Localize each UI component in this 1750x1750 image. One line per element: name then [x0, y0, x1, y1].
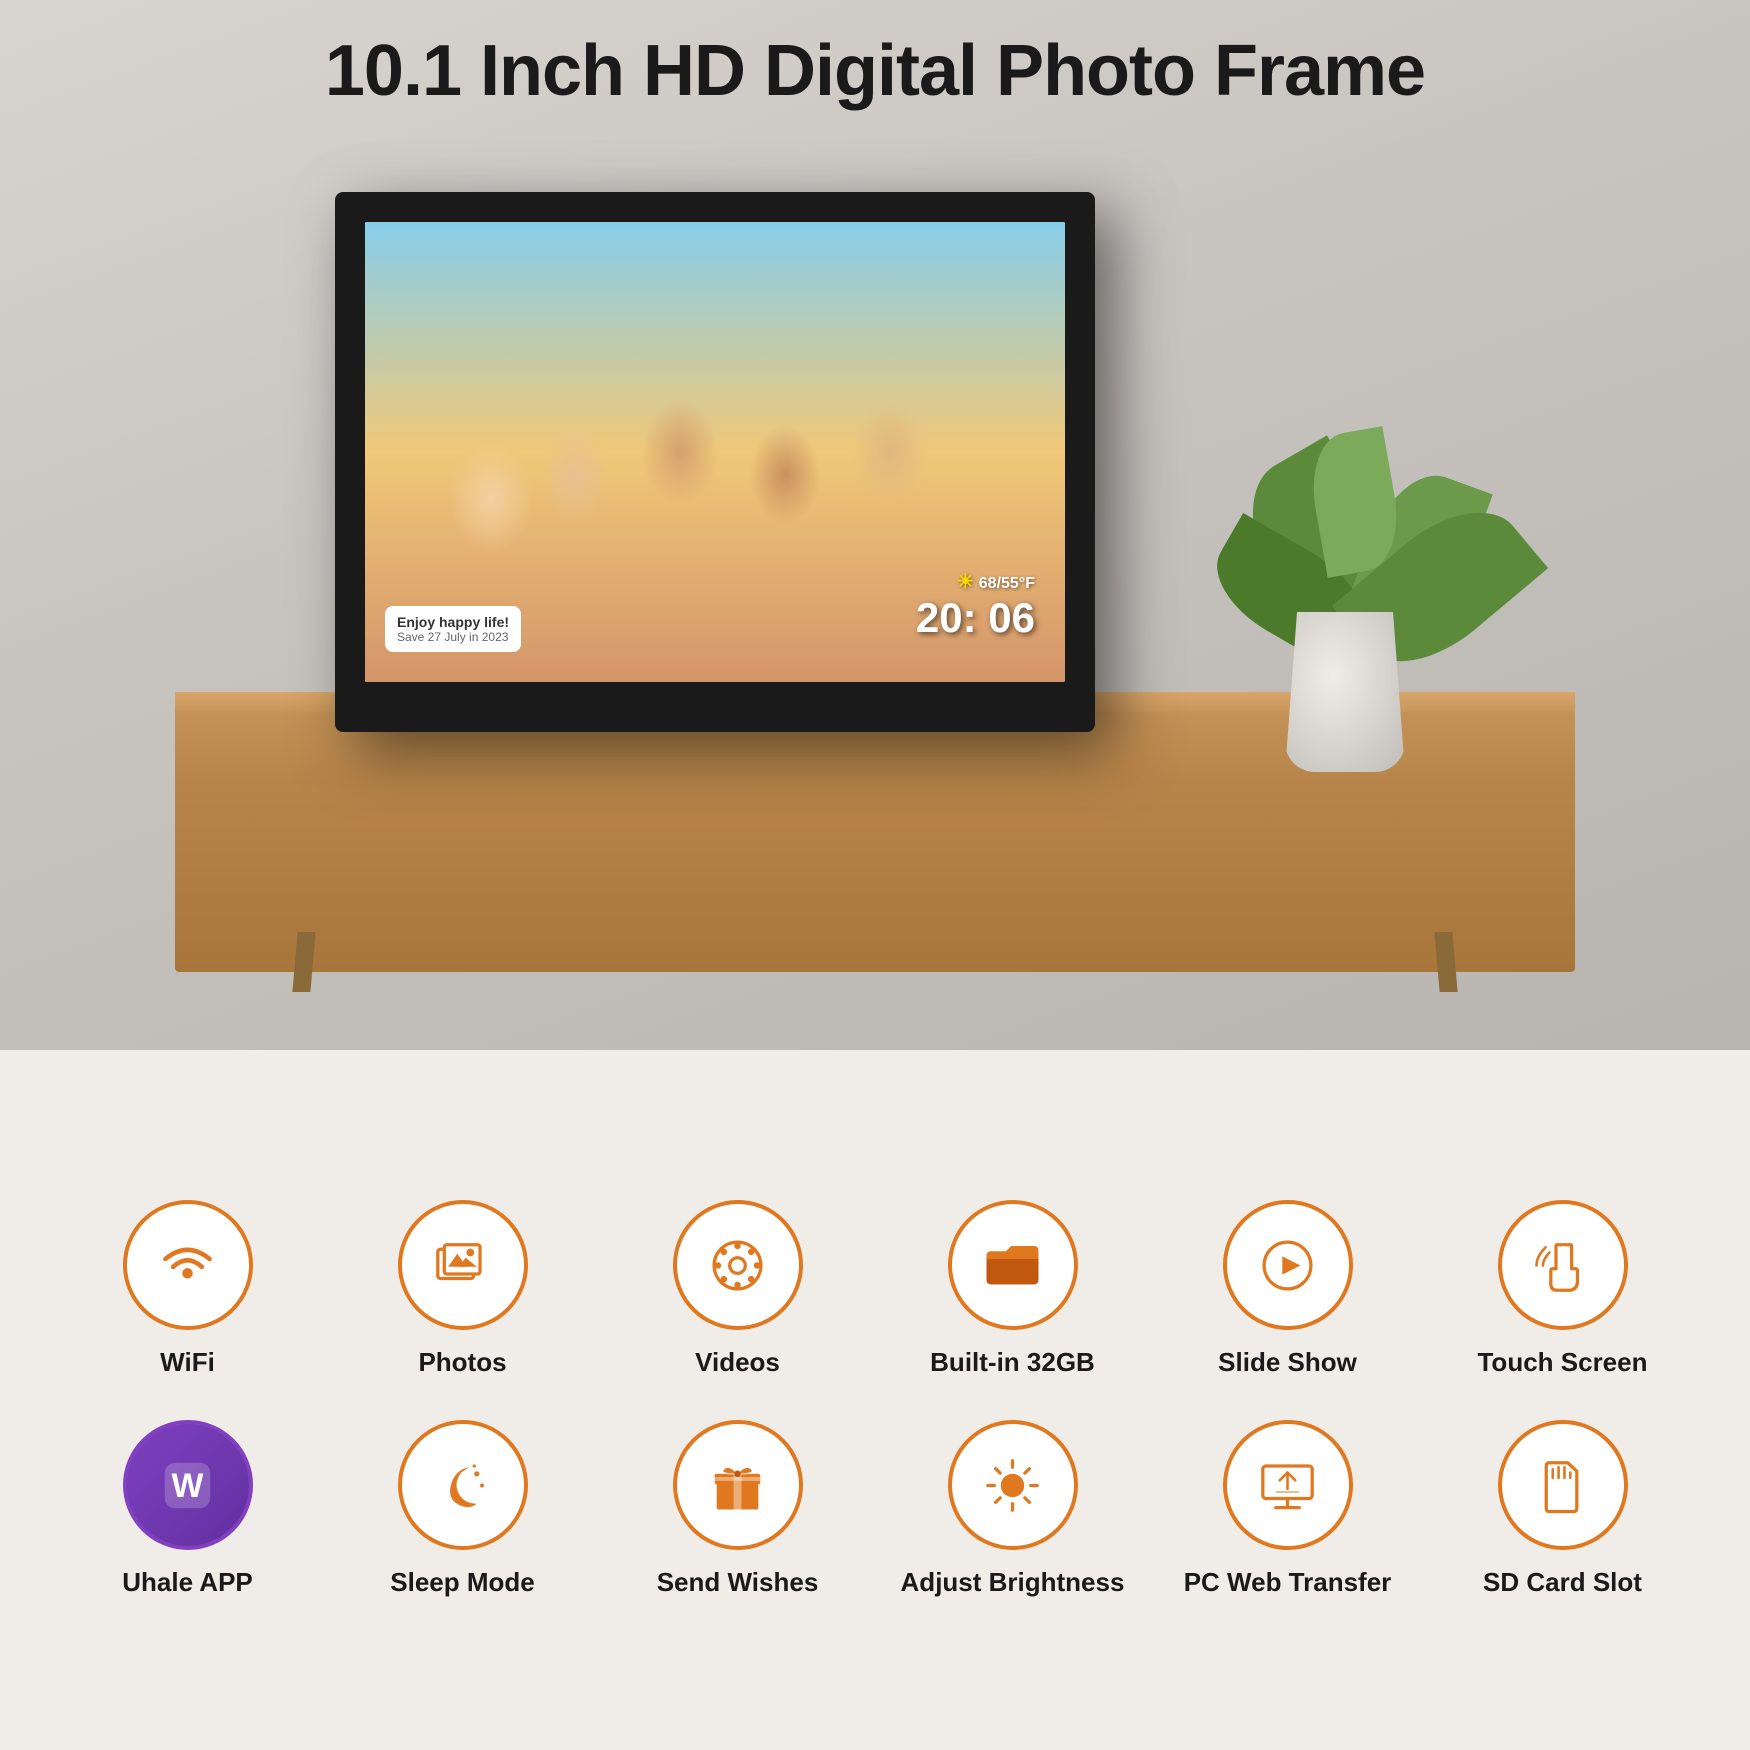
features-grid: WiFi Photos — [60, 1200, 1690, 1600]
feature-sdcard: SD Card Slot — [1435, 1420, 1690, 1600]
app-label: Uhale APP — [122, 1566, 253, 1600]
feature-photos: Photos — [335, 1200, 590, 1380]
feature-videos: Videos — [610, 1200, 865, 1380]
touch-icon — [1530, 1233, 1595, 1298]
wifi-label: WiFi — [160, 1346, 215, 1380]
feature-transfer: PC Web Transfer — [1160, 1420, 1415, 1600]
transfer-label: PC Web Transfer — [1184, 1566, 1392, 1600]
feature-sleep: Sleep Mode — [335, 1420, 590, 1600]
top-section: 10.1 Inch HD Digital Photo Frame Enjoy h… — [0, 0, 1750, 1050]
storage-icon — [980, 1233, 1045, 1298]
wishes-icon — [705, 1453, 770, 1518]
sleep-icon — [430, 1453, 495, 1518]
app-icon-circle: W — [123, 1420, 253, 1550]
sdcard-icon-circle — [1498, 1420, 1628, 1550]
frame-time-overlay: ☀ 68/55°F 20: 06 — [916, 569, 1035, 642]
slideshow-label: Slide Show — [1218, 1346, 1357, 1380]
frame-message-text: Enjoy happy life! — [397, 614, 509, 630]
sleep-icon-circle — [398, 1420, 528, 1550]
digital-photo-frame: Enjoy happy life! Save 27 July in 2023 ☀… — [335, 192, 1095, 732]
touchscreen-label: Touch Screen — [1477, 1346, 1647, 1380]
wifi-icon-circle — [123, 1200, 253, 1330]
app-icon: W — [155, 1453, 220, 1518]
desk-leg-right — [1434, 932, 1457, 992]
photos-icon — [430, 1233, 495, 1298]
product-title: 10.1 Inch HD Digital Photo Frame — [325, 30, 1425, 112]
videos-icon-circle — [673, 1200, 803, 1330]
photos-label: Photos — [418, 1346, 506, 1380]
slideshow-icon-circle — [1223, 1200, 1353, 1330]
frame-clock: 20: 06 — [916, 594, 1035, 642]
sdcard-icon — [1530, 1453, 1595, 1518]
photos-icon-circle — [398, 1200, 528, 1330]
feature-slideshow: Slide Show — [1160, 1200, 1415, 1380]
desk-leg-left — [292, 932, 315, 992]
videos-label: Videos — [695, 1346, 780, 1380]
wishes-label: Send Wishes — [657, 1566, 819, 1600]
transfer-icon — [1255, 1453, 1320, 1518]
frame-weather: ☀ 68/55°F — [916, 569, 1035, 594]
frame-message-date: Save 27 July in 2023 — [397, 630, 509, 644]
storage-label: Built-in 32GB — [930, 1346, 1095, 1380]
feature-touchscreen: Touch Screen — [1435, 1200, 1690, 1380]
feature-wishes: Send Wishes — [610, 1420, 865, 1600]
wishes-icon-circle — [673, 1420, 803, 1550]
videos-icon — [705, 1233, 770, 1298]
slideshow-icon — [1255, 1233, 1320, 1298]
svg-text:W: W — [172, 1467, 204, 1505]
frame-message-overlay: Enjoy happy life! Save 27 July in 2023 — [385, 606, 521, 652]
feature-app: W Uhale APP — [60, 1420, 315, 1600]
feature-brightness: Adjust Brightness — [885, 1420, 1140, 1600]
feature-storage: Built-in 32GB — [885, 1200, 1140, 1380]
sleep-label: Sleep Mode — [390, 1566, 534, 1600]
brightness-icon-circle — [948, 1420, 1078, 1550]
storage-icon-circle — [948, 1200, 1078, 1330]
sdcard-label: SD Card Slot — [1483, 1566, 1642, 1600]
transfer-icon-circle — [1223, 1420, 1353, 1550]
touchscreen-icon-circle — [1498, 1200, 1628, 1330]
plant-decoration — [1195, 172, 1495, 772]
plant-vase — [1285, 612, 1405, 772]
brightness-icon — [980, 1453, 1045, 1518]
frame-screen: Enjoy happy life! Save 27 July in 2023 ☀… — [365, 222, 1065, 682]
brightness-label: Adjust Brightness — [901, 1566, 1125, 1600]
scene: Enjoy happy life! Save 27 July in 2023 ☀… — [175, 152, 1575, 972]
feature-wifi: WiFi — [60, 1200, 315, 1380]
wifi-icon — [155, 1233, 220, 1298]
features-section: WiFi Photos — [0, 1050, 1750, 1750]
